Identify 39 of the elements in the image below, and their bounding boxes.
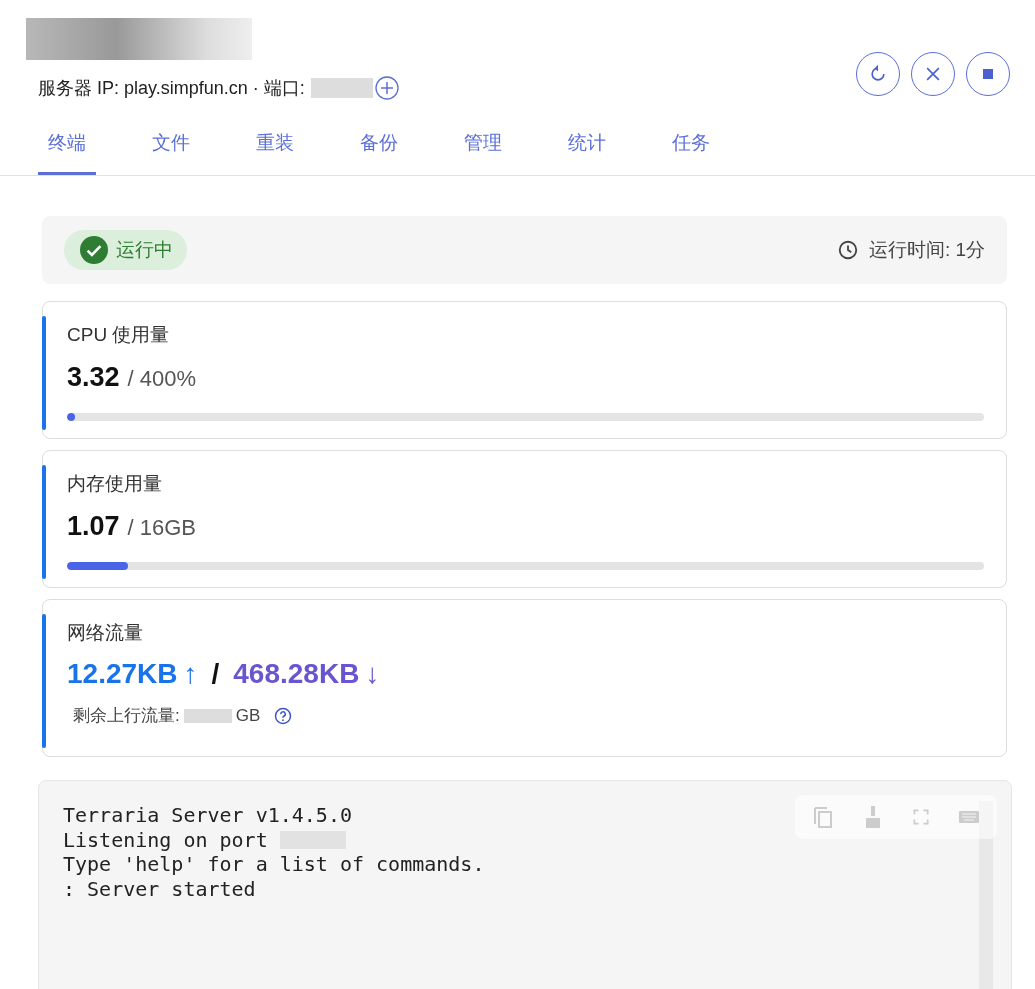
tab[interactable]: 统计 [558, 118, 616, 175]
metric-title: 网络流量 [67, 621, 143, 645]
tab[interactable]: 重装 [246, 118, 304, 175]
separator: / [211, 658, 220, 690]
restart-icon [868, 64, 888, 84]
help-icon[interactable] [274, 706, 293, 725]
uptime-text: 运行时间: 1分 [868, 238, 985, 262]
remaining-label: 剩余上行流量: [73, 705, 180, 727]
status-chip: 运行中 [64, 230, 187, 270]
terminal-line: : Server started [63, 876, 256, 901]
scrollbar[interactable] [979, 801, 993, 989]
tab[interactable]: 文件 [142, 118, 200, 175]
add-icon[interactable] [374, 76, 399, 100]
tab[interactable]: 管理 [454, 118, 512, 175]
tab[interactable]: 任务 [662, 118, 720, 175]
upload-value: 12.27KB [67, 658, 178, 690]
terminal-line: Listening on port [63, 827, 268, 852]
terminal-line: Terraria Server v1.4.5.0 [63, 803, 352, 828]
metric-total: / 400% [127, 366, 197, 392]
tab[interactable]: 终端 [38, 118, 96, 175]
down-arrow: ↓ [365, 658, 380, 690]
metric-value: 3.32 [67, 362, 120, 393]
metric-total: / 16GB [127, 515, 197, 541]
clock-icon [836, 239, 859, 261]
metric-title: CPU 使用量 [67, 323, 170, 347]
check-icon [80, 236, 108, 264]
close-button[interactable] [911, 52, 955, 96]
server-address: 服务器 IP: play.simpfun.cn · 端口: [38, 77, 305, 100]
redacted-amount [183, 708, 232, 723]
restart-button[interactable] [856, 52, 900, 96]
metric-value: 1.07 [67, 511, 120, 542]
stop-button[interactable] [966, 52, 1010, 96]
terminal-line: Type 'help' for a list of commands. [63, 852, 485, 877]
remaining-unit: GB [235, 705, 261, 726]
up-arrow: ↑ [183, 658, 198, 690]
tab[interactable]: 备份 [350, 118, 408, 175]
metric-title: 内存使用量 [67, 472, 162, 496]
redacted-port [310, 78, 373, 98]
download-value: 468.28KB [233, 658, 360, 690]
